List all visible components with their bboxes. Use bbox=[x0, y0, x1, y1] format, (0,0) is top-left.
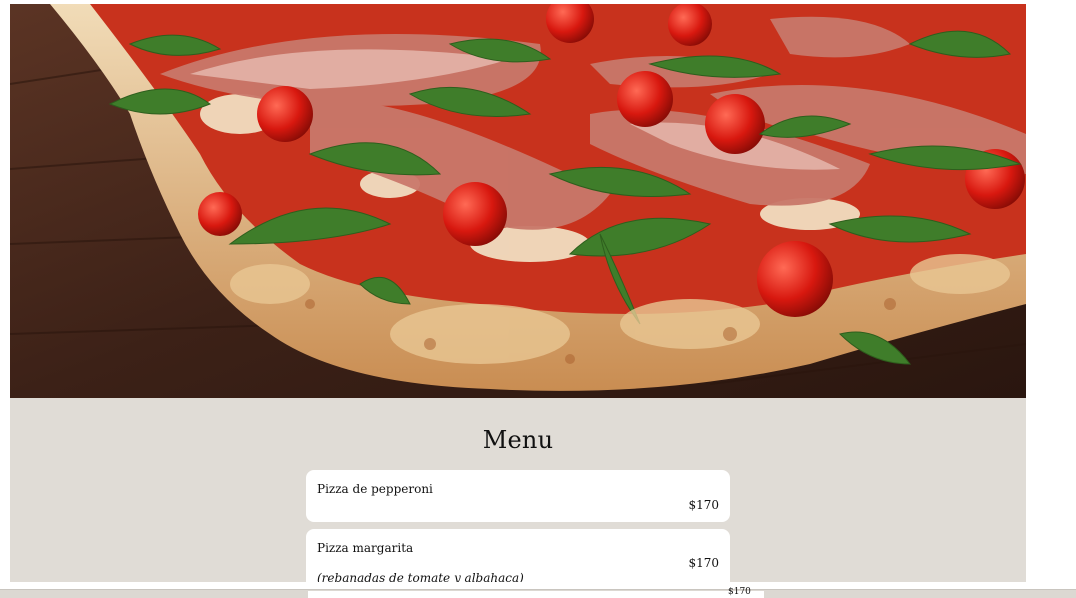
menu-item-card[interactable]: Pizza de pepperoni $170 bbox=[306, 470, 730, 522]
menu-item-description: (rebanadas de tomate y albahaca) bbox=[317, 571, 524, 582]
menu-item-price: $170 bbox=[688, 498, 719, 512]
menu-item-price: $170 bbox=[688, 556, 719, 570]
menu-title: Menu bbox=[482, 426, 554, 454]
menu-item-card-peek bbox=[308, 591, 764, 598]
menu-item-name: Pizza margarita bbox=[317, 541, 414, 555]
menu-item-name: Pizza de pepperoni bbox=[317, 482, 433, 496]
page: Menu Pizza de pepperoni $170 Pizza marga… bbox=[0, 0, 1076, 598]
pizza-photo bbox=[10, 4, 1026, 398]
hero-image bbox=[10, 4, 1026, 398]
menu-item-price-peek: $170 bbox=[728, 587, 751, 597]
menu-section: Menu Pizza de pepperoni $170 Pizza marga… bbox=[10, 398, 1026, 582]
menu-item-card[interactable]: Pizza margarita $170 (rebanadas de tomat… bbox=[306, 529, 730, 582]
